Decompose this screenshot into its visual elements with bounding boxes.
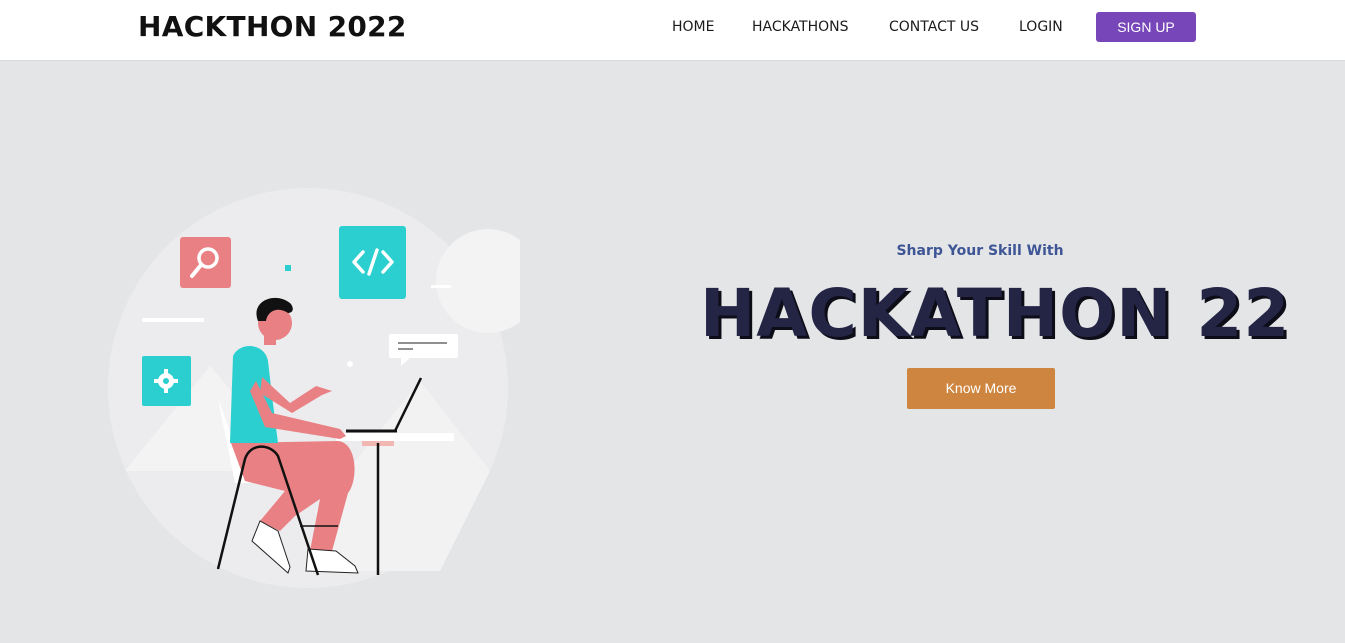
navbar: HACKTHON 2022 HOME HACKATHONS CONTACT US… bbox=[0, 0, 1345, 61]
hero-headline: HACKATHON 22 bbox=[700, 275, 1291, 352]
hero-tagline: Sharp Your Skill With bbox=[896, 243, 1064, 259]
search-icon bbox=[180, 237, 231, 288]
code-icon bbox=[339, 226, 406, 299]
illustration-dot bbox=[347, 361, 353, 367]
nav-link-home[interactable]: HOME bbox=[672, 17, 714, 37]
nav-link-login[interactable]: LOGIN bbox=[1019, 17, 1063, 37]
signup-button[interactable]: SIGN UP bbox=[1096, 12, 1196, 42]
gear-icon bbox=[142, 356, 191, 406]
hero-section: Sharp Your Skill With HACKATHON 22 Know … bbox=[0, 61, 1345, 643]
hero-illustration bbox=[108, 188, 520, 588]
brand-logo[interactable]: HACKTHON 2022 bbox=[138, 9, 407, 45]
illustration-desk bbox=[336, 433, 454, 441]
illustration-dash-right bbox=[431, 285, 451, 288]
illustration-dash bbox=[142, 318, 204, 322]
illustration-dot-square bbox=[285, 265, 291, 271]
nav-link-contact-us[interactable]: CONTACT US bbox=[889, 17, 979, 37]
know-more-button[interactable]: Know More bbox=[907, 368, 1055, 409]
nav-link-hackathons[interactable]: HACKATHONS bbox=[752, 17, 849, 37]
